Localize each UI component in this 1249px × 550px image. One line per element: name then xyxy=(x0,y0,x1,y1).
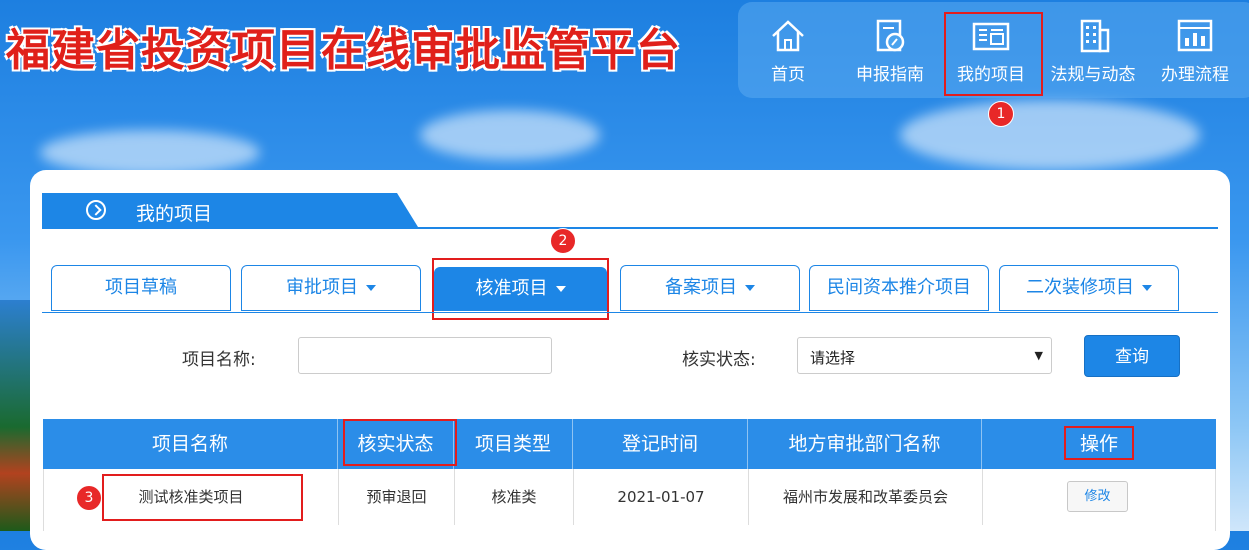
cell-type: 核准类 xyxy=(455,469,574,525)
site-title: 福建省投资项目在线审批监管平台 xyxy=(6,25,681,76)
cell-status: 预审退回 xyxy=(339,469,455,525)
caret-down-icon xyxy=(1142,285,1152,291)
table-header: 项目名称 核实状态 项目类型 登记时间 地方审批部门名称 操作 xyxy=(43,419,1216,469)
project-name-label: 项目名称: xyxy=(182,350,256,370)
tab-private-capital[interactable]: 民间资本推介项目 xyxy=(809,265,989,311)
highlight-box xyxy=(432,258,609,320)
building-icon xyxy=(1080,19,1110,53)
tab-label: 审批项目 xyxy=(286,277,358,298)
tab-label: 项目草稿 xyxy=(105,277,177,298)
cell-dept: 福州市发展和改革委员会 xyxy=(749,469,983,525)
section-header: 我的项目 xyxy=(42,193,418,227)
edit-button[interactable]: 修改 xyxy=(1067,481,1128,512)
highlight-box xyxy=(343,419,457,466)
status-select[interactable]: 请选择 ▼ xyxy=(797,337,1052,374)
annotation-badge: 1 xyxy=(988,101,1014,127)
tab-renovation-projects[interactable]: 二次装修项目 xyxy=(999,265,1179,311)
caret-down-icon xyxy=(366,285,376,291)
dropdown-arrow-icon: ▼ xyxy=(1034,349,1043,362)
guide-icon xyxy=(876,19,905,52)
chevron-right-circle-icon xyxy=(86,200,106,220)
section-divider xyxy=(42,227,1218,229)
project-name-input[interactable] xyxy=(298,337,552,374)
column-header: 项目名称 xyxy=(43,419,338,469)
nav-label: 法规与动态 xyxy=(1050,65,1136,85)
tab-approval-projects[interactable]: 审批项目 xyxy=(241,265,421,311)
cloud-decoration xyxy=(40,130,260,175)
query-button[interactable]: 查询 xyxy=(1084,335,1180,377)
highlight-box xyxy=(1064,426,1134,460)
tab-filing-projects[interactable]: 备案项目 xyxy=(620,265,800,311)
nav-item-regulations[interactable]: 法规与动态 xyxy=(1043,8,1143,90)
tab-label: 二次装修项目 xyxy=(1026,277,1134,298)
nav-label: 办理流程 xyxy=(1161,65,1229,85)
home-icon xyxy=(772,20,804,52)
highlight-box xyxy=(102,474,303,521)
highlight-box xyxy=(944,12,1043,96)
nav-label: 首页 xyxy=(771,65,805,85)
column-header: 项目类型 xyxy=(454,419,573,469)
cloud-decoration xyxy=(900,100,1200,170)
flow-icon xyxy=(1177,19,1213,52)
annotation-badge: 3 xyxy=(76,485,102,511)
nav-label: 申报指南 xyxy=(856,65,924,85)
column-header: 地方审批部门名称 xyxy=(748,419,982,469)
tab-project-draft[interactable]: 项目草稿 xyxy=(51,265,231,311)
status-label: 核实状态: xyxy=(682,350,756,370)
tab-label: 备案项目 xyxy=(665,277,737,298)
tab-label: 民间资本推介项目 xyxy=(827,277,971,298)
caret-down-icon xyxy=(745,285,755,291)
section-title: 我的项目 xyxy=(136,203,213,225)
tabs-divider xyxy=(42,312,1218,313)
status-select-value: 请选择 xyxy=(810,349,856,367)
nav-item-process[interactable]: 办理流程 xyxy=(1145,8,1245,90)
cloud-decoration xyxy=(420,110,600,160)
cell-date: 2021-01-07 xyxy=(574,469,749,525)
nav-item-home[interactable]: 首页 xyxy=(738,8,838,90)
nav-item-guide[interactable]: 申报指南 xyxy=(840,8,940,90)
annotation-badge: 2 xyxy=(550,228,576,254)
column-header: 登记时间 xyxy=(573,419,748,469)
